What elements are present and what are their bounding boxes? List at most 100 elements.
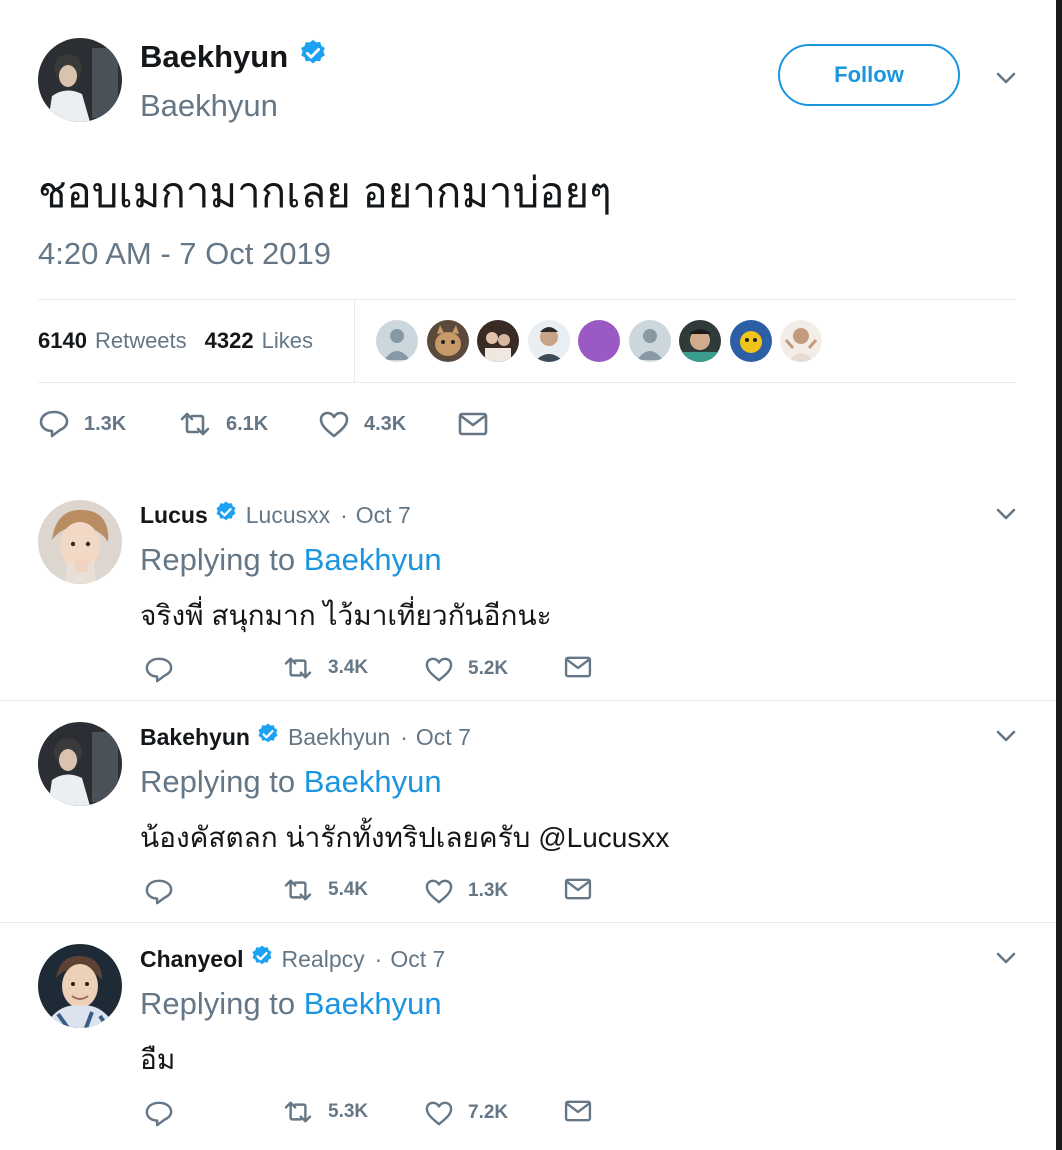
liker-avatar[interactable] bbox=[780, 320, 822, 362]
retweets-label: Retweets bbox=[94, 328, 187, 353]
tweet-actions: 1.3K 6.1K 4.3K bbox=[38, 404, 502, 444]
like-button[interactable]: 5.2K bbox=[424, 656, 508, 682]
stats-separator bbox=[354, 300, 355, 382]
tweet-stats: 6140 Retweets 4322 Likes bbox=[38, 300, 1016, 382]
tweet-text: ชอบเมกามากเลย อยากมาบ่อยๆ bbox=[38, 169, 612, 216]
like-count: 4.3K bbox=[364, 412, 407, 435]
author-handle[interactable]: Baekhyun bbox=[140, 88, 278, 124]
liker-avatar[interactable] bbox=[426, 320, 469, 362]
reply-icon bbox=[39, 410, 69, 438]
verified-badge-icon bbox=[298, 38, 328, 76]
reply-button[interactable] bbox=[144, 1100, 188, 1128]
main-tweet: Baekhyun Baekhyun Follow ชอบเมกามากเลย อ… bbox=[0, 0, 1056, 470]
liker-avatar[interactable] bbox=[527, 320, 570, 362]
reply-button[interactable]: 1.3K bbox=[38, 409, 178, 439]
author-avatar[interactable] bbox=[38, 38, 122, 122]
like-button[interactable]: 7.2K bbox=[424, 1100, 508, 1126]
reply-icon bbox=[145, 1101, 173, 1127]
reply-button[interactable] bbox=[144, 878, 188, 906]
reply-header: Bakehyun Baekhyun · Oct 7 bbox=[140, 722, 471, 752]
chevron-down-icon[interactable] bbox=[996, 72, 1016, 84]
reply-author-handle[interactable]: Realpcy bbox=[282, 946, 365, 973]
replying-to: Replying to Baekhyun bbox=[140, 542, 442, 578]
reply-button[interactable] bbox=[144, 656, 188, 684]
retweet-button[interactable]: 3.4K bbox=[282, 656, 368, 680]
liker-avatar[interactable] bbox=[477, 320, 519, 362]
separator-dot: · bbox=[400, 723, 408, 750]
reply-avatar[interactable] bbox=[38, 722, 122, 806]
reply-date[interactable]: Oct 7 bbox=[356, 502, 411, 529]
retweets-stat[interactable]: 6140 Retweets bbox=[38, 328, 187, 354]
reply-avatar[interactable] bbox=[38, 944, 122, 1028]
separator-dot: · bbox=[374, 945, 383, 972]
retweet-button[interactable]: 5.4K bbox=[282, 878, 368, 902]
reply-author-name[interactable]: Lucus bbox=[140, 502, 208, 529]
replying-to-link[interactable]: Baekhyun bbox=[304, 986, 442, 1021]
reply-date[interactable]: Oct 7 bbox=[416, 724, 471, 751]
reply-avatar[interactable] bbox=[38, 500, 122, 584]
liker-avatars bbox=[376, 320, 831, 362]
message-button[interactable] bbox=[564, 656, 606, 678]
likes-count: 4322 bbox=[204, 328, 254, 353]
retweet-icon bbox=[284, 657, 312, 679]
replying-prefix: Replying to bbox=[140, 542, 296, 577]
retweet-button[interactable]: 5.3K bbox=[282, 1100, 368, 1124]
retweet-icon bbox=[284, 879, 312, 901]
heart-icon bbox=[425, 1101, 453, 1126]
liker-avatar[interactable] bbox=[578, 320, 620, 362]
window-edge bbox=[1056, 0, 1062, 1150]
liker-avatar[interactable] bbox=[628, 320, 671, 362]
like-button[interactable]: 1.3K bbox=[424, 878, 508, 904]
replying-to-link[interactable]: Baekhyun bbox=[304, 542, 442, 577]
chevron-down-icon[interactable] bbox=[996, 730, 1016, 742]
liker-avatar[interactable] bbox=[729, 320, 772, 362]
divider bbox=[38, 382, 1016, 383]
replying-to: Replying to Baekhyun bbox=[140, 764, 442, 800]
likes-stat[interactable]: 4322 Likes bbox=[205, 328, 313, 354]
reply-tweet: Lucus Lucusxx · Oct 7 Replying to Baekhy… bbox=[0, 470, 1056, 700]
chevron-down-icon[interactable] bbox=[996, 952, 1016, 964]
retweet-icon bbox=[284, 1101, 312, 1123]
chevron-down-icon[interactable] bbox=[996, 508, 1016, 520]
reply-author-handle[interactable]: Lucusxx bbox=[246, 502, 330, 529]
author-name[interactable]: Baekhyun bbox=[140, 38, 328, 76]
follow-button[interactable]: Follow bbox=[778, 44, 960, 106]
verified-badge-icon bbox=[250, 944, 274, 974]
retweets-count: 6140 bbox=[38, 328, 87, 353]
reply-date[interactable]: Oct 7 bbox=[390, 946, 445, 973]
reply-tweet: Bakehyun Baekhyun · Oct 7 Replying to Ba… bbox=[0, 692, 1056, 922]
retweet-count: 5.4K bbox=[328, 879, 369, 900]
reply-tweet: Chanyeol Realpcy · Oct 7 Replying to Bae… bbox=[0, 914, 1056, 1150]
reply-header: Lucus Lucusxx · Oct 7 bbox=[140, 500, 411, 530]
retweet-icon bbox=[180, 412, 210, 436]
author-name-text[interactable]: Baekhyun bbox=[140, 39, 288, 75]
envelope-icon bbox=[564, 656, 592, 678]
separator-dot: · bbox=[340, 501, 348, 528]
reply-header: Chanyeol Realpcy · Oct 7 bbox=[140, 944, 445, 974]
liker-avatar[interactable] bbox=[679, 320, 721, 362]
message-button[interactable] bbox=[564, 878, 606, 900]
reply-text: อืม bbox=[140, 1044, 176, 1075]
like-count: 5.2K bbox=[468, 658, 509, 679]
verified-badge-icon bbox=[214, 500, 238, 530]
like-button[interactable]: 4.3K bbox=[318, 410, 458, 438]
reply-author-handle[interactable]: Baekhyun bbox=[288, 724, 390, 751]
reply-text: จริงพี่ สนุกมาก ไว้มาเที่ยวกันอีกนะ bbox=[140, 600, 552, 631]
replying-to-link[interactable]: Baekhyun bbox=[304, 764, 442, 799]
tweet-timestamp[interactable]: 4:20 AM - 7 Oct 2019 bbox=[38, 236, 331, 272]
reply-icon bbox=[145, 879, 173, 905]
like-count: 1.3K bbox=[468, 880, 509, 901]
likes-label: Likes bbox=[261, 328, 313, 353]
message-button[interactable] bbox=[564, 1100, 606, 1122]
envelope-icon bbox=[458, 412, 488, 436]
retweet-button[interactable]: 6.1K bbox=[178, 411, 318, 437]
heart-icon bbox=[319, 411, 349, 438]
envelope-icon bbox=[564, 878, 592, 900]
liker-avatar[interactable] bbox=[376, 320, 418, 362]
message-button[interactable] bbox=[458, 412, 502, 436]
reply-author-name[interactable]: Bakehyun bbox=[140, 724, 250, 751]
retweet-count: 6.1K bbox=[226, 412, 269, 435]
reply-author-name[interactable]: Chanyeol bbox=[140, 946, 244, 973]
retweet-count: 5.3K bbox=[328, 1101, 369, 1122]
verified-badge-icon bbox=[256, 722, 280, 752]
